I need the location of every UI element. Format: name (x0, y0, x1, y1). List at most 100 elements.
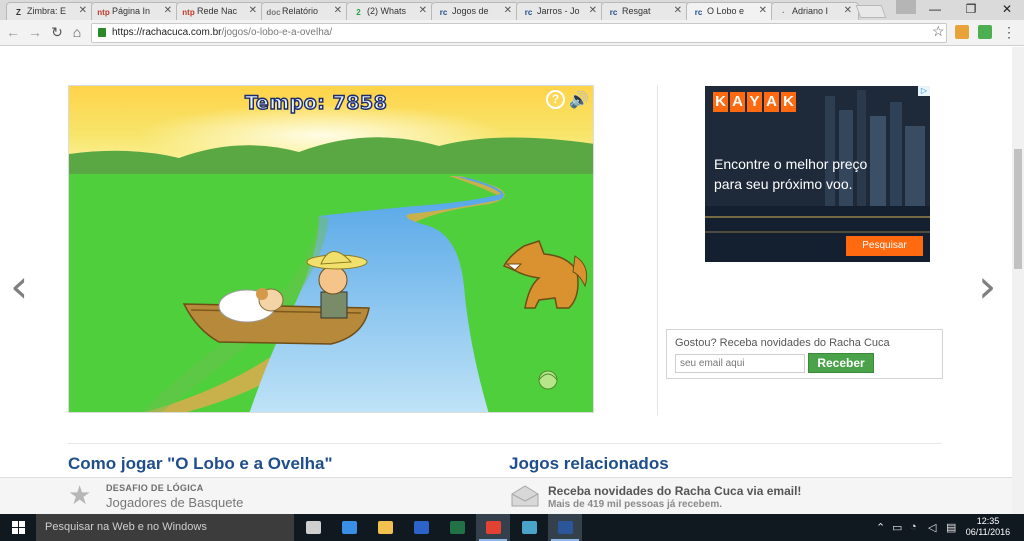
excel-icon (449, 521, 465, 534)
browser-tab[interactable]: rc Jarros - Jo ✕ (516, 2, 604, 20)
clock-time: 12:35 (976, 516, 1000, 526)
app-teal-icon (521, 521, 537, 534)
tab-close-icon[interactable]: ✕ (334, 5, 342, 16)
tab-title: Adriano I (792, 6, 829, 16)
back-button[interactable]: ← (4, 24, 22, 40)
app-blue-icon (413, 521, 429, 534)
page-scrollbar[interactable] (1012, 47, 1024, 514)
sticky-footer-bar: ★ DESAFIO DE LÓGICA Jogadores de Basquet… (0, 477, 1012, 514)
url-host: https://rachacuca.com.br (112, 27, 222, 38)
file-explorer-icon (377, 521, 393, 534)
new-tab-button[interactable] (855, 5, 887, 18)
browser-tab[interactable]: rc Jogos de ✕ (431, 2, 519, 20)
tab-close-icon[interactable]: ✕ (419, 5, 427, 16)
tab-favicon-icon: Z (16, 7, 21, 17)
tab-close-icon[interactable]: ✕ (79, 5, 87, 16)
game-canvas[interactable]: Tempo: 7858 ? 🔊 (68, 85, 594, 413)
help-icon[interactable]: ? (546, 90, 565, 109)
word-taskbar-button[interactable] (548, 514, 582, 541)
edge-taskbar-button[interactable] (332, 514, 366, 541)
task-view-taskbar-button[interactable] (296, 514, 330, 541)
edge-icon (341, 521, 357, 534)
minimize-button[interactable]: — (920, 2, 950, 16)
windows-start-icon[interactable] (12, 521, 25, 534)
tab-title: Rede Nac (197, 6, 238, 16)
tab-close-icon[interactable]: ✕ (589, 5, 597, 16)
browser-tab[interactable]: 2 (2) Whats ✕ (346, 2, 434, 20)
browser-tab[interactable]: doc Relatório ✕ (261, 2, 349, 20)
kayak-logo: KAYAK (713, 92, 796, 112)
extension-icon[interactable] (978, 25, 992, 39)
tab-favicon-icon: rc (439, 7, 448, 17)
tab-title: Jarros - Jo (537, 6, 580, 16)
browser-tab[interactable]: ntp Rede Nac ✕ (176, 2, 264, 20)
tab-close-icon[interactable]: ✕ (674, 5, 682, 16)
newsletter-link[interactable]: Receba novidades do Racha Cuca via email… (548, 484, 801, 498)
star-icon: ★ (68, 480, 92, 510)
tab-title: Página In (112, 6, 151, 16)
kayak-ad[interactable]: KAYAK Encontre o melhor preço para seu p… (705, 86, 930, 262)
email-input[interactable] (675, 354, 805, 373)
browser-tab[interactable]: rc Resgat ✕ (601, 2, 689, 20)
restore-button[interactable]: ❐ (956, 2, 986, 16)
farmer (320, 291, 348, 319)
tab-title: Jogos de (452, 6, 489, 16)
url-path: /jogos/o-lobo-e-a-ovelha/ (221, 27, 333, 38)
volume-icon[interactable]: ◁ (928, 521, 936, 534)
subscribe-button[interactable]: Receber (808, 353, 874, 373)
app-blue-taskbar-button[interactable] (404, 514, 438, 541)
tray-chevron-icon[interactable]: ⌃ (876, 521, 885, 534)
scrollbar-thumb[interactable] (1014, 149, 1022, 269)
extension-icon[interactable] (955, 25, 969, 39)
previous-game-arrow[interactable]: ‹ (10, 259, 28, 313)
newsletter-prompt: Gostou? Receba novidades do Racha Cuca (675, 337, 890, 349)
game-timer: Tempo: 7858 (244, 91, 388, 114)
system-clock[interactable]: 12:35 06/11/2016 (960, 516, 1016, 538)
browser-tab[interactable]: · Adriano I ✕ (771, 2, 859, 20)
word-icon (557, 521, 573, 534)
file-explorer-taskbar-button[interactable] (368, 514, 402, 541)
home-icon[interactable]: ⌂ (68, 24, 86, 40)
tab-close-icon[interactable]: ✕ (504, 5, 512, 16)
browser-tab[interactable]: ntp Página In ✕ (91, 2, 179, 20)
browser-tab[interactable]: rc O Lobo e ✕ (686, 2, 774, 21)
address-bar[interactable]: https://rachacuca.com.br/jogos/o-lobo-e-… (91, 23, 947, 43)
chrome-icon (485, 521, 501, 534)
menu-icon[interactable]: ⋮ (1000, 24, 1018, 41)
tab-favicon-icon: rc (524, 7, 533, 17)
tab-close-icon[interactable]: ✕ (844, 5, 852, 16)
excel-taskbar-button[interactable] (440, 514, 474, 541)
bookmark-star-icon[interactable]: ☆ (932, 23, 945, 40)
adchoices-icon[interactable]: ▷ (918, 86, 930, 96)
tab-favicon-icon: ntp (182, 7, 195, 17)
related-games-heading: Jogos relacionados (509, 454, 669, 473)
tab-close-icon[interactable]: ✕ (164, 5, 172, 16)
sound-icon[interactable]: 🔊 (569, 90, 589, 110)
chrome-taskbar-button[interactable] (476, 514, 510, 541)
ad-search-button[interactable]: Pesquisar (846, 236, 923, 256)
page-content: ‹ › Tempo: 7858 ? 🔊 K A Y A K Encontre o… (0, 47, 1012, 514)
browser-tab-strip: Z Zimbra: E ✕ ntp Página In ✕ ntp Rede Nac ✕ doc R… (0, 0, 1024, 21)
next-game-arrow[interactable]: › (978, 259, 996, 313)
reload-button[interactable]: ↻ (48, 24, 66, 41)
tab-title: (2) Whats (367, 6, 407, 16)
wifi-icon[interactable]: ◔ (910, 521, 917, 533)
tab-close-icon[interactable]: ✕ (249, 5, 257, 16)
windows-search-box[interactable]: Pesquisar na Web e no Windows (36, 514, 294, 541)
tab-close-icon[interactable]: ✕ (759, 5, 767, 16)
forward-button[interactable]: → (26, 24, 44, 40)
battery-icon[interactable]: ▭ (892, 521, 902, 534)
game-scene (69, 86, 593, 412)
challenge-link[interactable]: Jogadores de Basquete (106, 495, 243, 510)
how-to-play-heading: Como jogar "O Lobo e a Ovelha" (68, 454, 333, 473)
browser-tab[interactable]: Z Zimbra: E ✕ (6, 2, 94, 20)
task-view-icon (305, 521, 321, 534)
tab-title: Zimbra: E (27, 6, 67, 16)
close-window-button[interactable]: ✕ (992, 2, 1022, 16)
windows-taskbar: Pesquisar na Web e no Windows ⌃ ▭ ◔ ◁ ▤ … (0, 514, 1024, 541)
profile-button[interactable] (896, 0, 916, 14)
app-teal-taskbar-button[interactable] (512, 514, 546, 541)
tab-favicon-icon: ntp (97, 7, 110, 17)
tab-favicon-icon: 2 (356, 7, 361, 17)
message-icon[interactable]: ▤ (946, 521, 956, 534)
